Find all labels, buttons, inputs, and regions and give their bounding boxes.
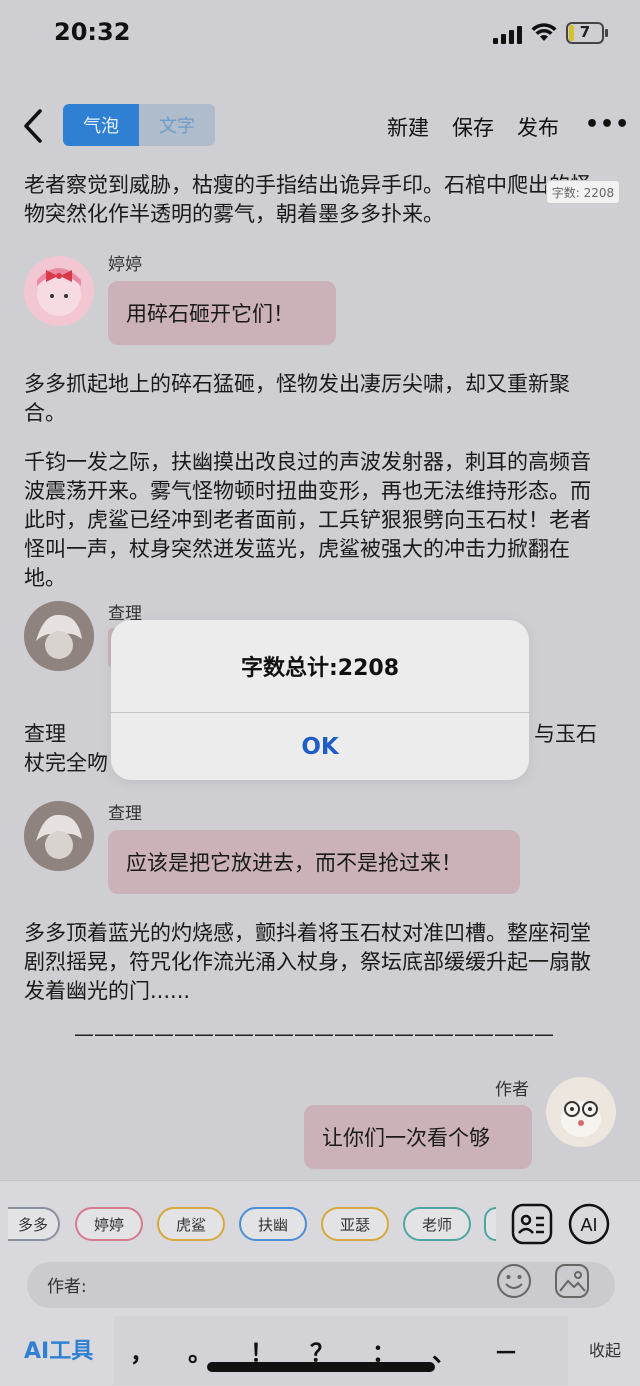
mode-segmented-control: 气泡 文字 (63, 104, 215, 146)
story-paragraph: 老者察觉到威胁，枯瘦的手指结出诡异手印。石棺中爬出的怪物突然化作半透明的雾气，朝… (24, 173, 591, 226)
story-paragraph: 杖完全吻 (24, 751, 108, 775)
avatar (24, 601, 94, 671)
status-time: 20:32 (54, 18, 131, 46)
alert-title: 字数总计:2208 (240, 656, 400, 681)
tab-bubble[interactable]: 气泡 (63, 104, 139, 146)
save-button[interactable]: 保存 (452, 112, 494, 142)
image-icon[interactable] (554, 1263, 590, 1299)
message-bubble[interactable]: 让你们一次看个够 (304, 1105, 532, 1169)
character-chip[interactable]: 虎鲨 (157, 1207, 225, 1241)
battery-level: 7 (579, 23, 591, 41)
collapse-button[interactable]: 收起 (589, 1337, 621, 1361)
story-paragraph: 多多抓起地上的碎石猛砸，怪物发出凄厉尖啸，却又重新聚合。 (24, 372, 570, 425)
wifi-icon (531, 23, 557, 41)
story-paragraph: 多多顶着蓝光的灼烧感，颤抖着将玉石杖对准凹槽。整座祠堂剧烈摇晃，符咒化作流光涌入… (24, 921, 591, 1003)
character-chip[interactable]: 老师 (403, 1207, 471, 1241)
svg-text:AI: AI (580, 1215, 597, 1235)
ai-tools-button[interactable]: AI工具 (24, 1333, 93, 1365)
section-divider: ———————————————————————— (74, 1022, 554, 1046)
ok-button[interactable]: OK (111, 713, 529, 780)
message-bubble[interactable]: 应该是把它放进去，而不是抢过来！ (108, 830, 520, 894)
punct-comma-key[interactable]: ， (130, 1333, 154, 1368)
publish-button[interactable]: 发布 (517, 112, 559, 142)
new-button[interactable]: 新建 (387, 112, 429, 142)
message-author-name: 查理 (108, 804, 142, 824)
character-chip[interactable]: 婷婷 (75, 1207, 143, 1241)
message-author-name: 婷婷 (108, 255, 142, 275)
word-count-badge: 字数: 2208 (546, 180, 620, 204)
punct-dash-key[interactable]: － (494, 1333, 518, 1368)
home-indicator (207, 1362, 435, 1372)
punct-pause-key[interactable]: 、 (432, 1333, 456, 1368)
message-author-name: 作者 (495, 1080, 529, 1100)
story-paragraph: 千钧一发之际，扶幽摸出改良过的声波发射器，刺耳的高频音波震荡开来。雾气怪物顿时扭… (24, 450, 591, 590)
tab-text[interactable]: 文字 (139, 104, 215, 146)
story-paragraph: 与玉石 (534, 722, 597, 746)
cellular-signal-icon (493, 26, 523, 44)
avatar (546, 1077, 616, 1147)
speaker-label: 作者: (47, 1277, 87, 1297)
avatar (24, 256, 94, 326)
character-chip-partial[interactable] (484, 1207, 496, 1241)
ai-assistant-icon[interactable]: AI (568, 1203, 610, 1245)
character-chip[interactable]: 亚瑟 (321, 1207, 389, 1241)
character-chip[interactable]: 多多 (8, 1207, 60, 1241)
word-count-alert: 字数总计:2208 OK (111, 620, 529, 780)
character-chip[interactable]: 扶幽 (239, 1207, 307, 1241)
character-card-icon[interactable] (511, 1203, 553, 1245)
more-button[interactable]: ••• (585, 112, 630, 137)
avatar (24, 801, 94, 871)
story-paragraph: 查理 (24, 722, 66, 746)
battery-icon: 7 (566, 22, 610, 46)
emoji-icon[interactable] (496, 1263, 532, 1299)
back-chevron-icon[interactable] (20, 108, 48, 144)
message-bubble[interactable]: 用碎石砸开它们！ (108, 281, 336, 345)
